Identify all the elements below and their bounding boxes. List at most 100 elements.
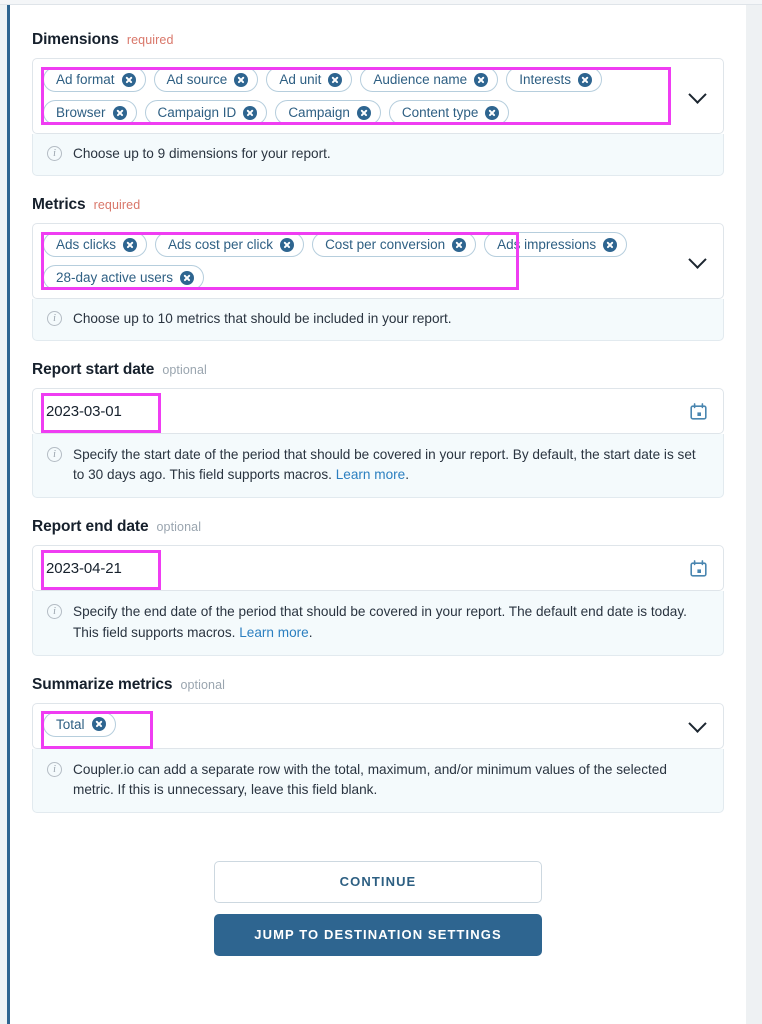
- chip[interactable]: Campaign ID: [145, 100, 268, 125]
- chip-remove-icon[interactable]: [123, 238, 137, 252]
- dimensions-label: Dimensions: [32, 31, 119, 49]
- chip[interactable]: Ad unit: [266, 67, 352, 92]
- chip-label: 28-day active users: [56, 270, 173, 285]
- end-date-helper-text: Specify the end date of the period that …: [73, 602, 709, 642]
- chip-remove-icon[interactable]: [452, 238, 466, 252]
- chip[interactable]: Content type: [389, 100, 510, 125]
- chip[interactable]: Ads clicks: [43, 232, 147, 257]
- start-date-helper-tail: .: [405, 467, 409, 482]
- chevron-down-icon: [688, 715, 706, 733]
- chip-label: Ad source: [167, 72, 228, 87]
- chip-remove-icon[interactable]: [243, 106, 257, 120]
- chip-remove-icon[interactable]: [485, 106, 499, 120]
- chip[interactable]: Ads impressions: [484, 232, 627, 257]
- form-actions: CONTINUE JUMP TO DESTINATION SETTINGS: [32, 861, 724, 956]
- summarize-select[interactable]: Total: [32, 703, 724, 749]
- start-date-helper-text: Specify the start date of the period tha…: [73, 445, 709, 485]
- metrics-dropdown-toggle[interactable]: [671, 224, 723, 298]
- end-date-field[interactable]: 2023-04-21: [32, 545, 724, 591]
- end-date-helper: i Specify the end date of the period tha…: [32, 591, 724, 655]
- start-date-field[interactable]: 2023-03-01: [32, 388, 724, 434]
- summarize-label: Summarize metrics: [32, 676, 172, 694]
- chip-remove-icon[interactable]: [578, 73, 592, 87]
- summarize-helper-text: Coupler.io can add a separate row with t…: [73, 760, 709, 800]
- chip-remove-icon[interactable]: [603, 238, 617, 252]
- start-date-label: Report start date: [32, 361, 154, 379]
- dimensions-helper-text: Choose up to 9 dimensions for your repor…: [73, 144, 331, 164]
- chip[interactable]: Ad format: [43, 67, 146, 92]
- info-icon: i: [47, 604, 62, 619]
- chip-remove-icon[interactable]: [280, 238, 294, 252]
- chip-remove-icon[interactable]: [92, 717, 106, 731]
- start-date-learn-more-link[interactable]: Learn more: [336, 467, 406, 482]
- metrics-control-row: Ads clicks Ads cost per click Cost per con…: [33, 224, 723, 298]
- metrics-label-row: Metrics required: [32, 196, 724, 214]
- dimensions-label-row: Dimensions required: [32, 31, 724, 49]
- end-date-requirement-tag: optional: [156, 520, 201, 534]
- metrics-label: Metrics: [32, 196, 86, 214]
- chip-label: Ads clicks: [56, 237, 116, 252]
- summarize-chip-area[interactable]: Total: [33, 704, 671, 745]
- chevron-down-icon: [688, 250, 706, 268]
- chip-label: Ads impressions: [497, 237, 596, 252]
- field-dimensions: Dimensions required Ad formatAd sourceAd…: [32, 5, 724, 176]
- chip[interactable]: Browser: [43, 100, 137, 125]
- chip-label: Content type: [402, 105, 479, 120]
- end-date-calendar-button[interactable]: [673, 560, 723, 577]
- app-root: Dimensions required Ad formatAd sourceAd…: [0, 0, 762, 1024]
- summarize-helper: i Coupler.io can add a separate row with…: [32, 749, 724, 813]
- metrics-select[interactable]: Ads clicks Ads cost per click Cost per con…: [32, 223, 724, 299]
- chip[interactable]: Ad source: [154, 67, 259, 92]
- chip-remove-icon[interactable]: [474, 73, 488, 87]
- dimensions-select[interactable]: Ad format Ad source Ad unit Audience name In…: [32, 58, 724, 134]
- chip[interactable]: Audience name: [360, 67, 498, 92]
- end-date-helper-tail: .: [309, 625, 313, 640]
- chip[interactable]: Campaign: [275, 100, 381, 125]
- continue-button[interactable]: CONTINUE: [214, 861, 542, 903]
- dimensions-chip-area[interactable]: Ad format Ad source Ad unit Audience name In…: [33, 59, 671, 133]
- summarize-label-row: Summarize metrics optional: [32, 676, 724, 694]
- chip-remove-icon[interactable]: [357, 106, 371, 120]
- start-date-calendar-button[interactable]: [673, 403, 723, 420]
- chip-label: Audience name: [373, 72, 467, 87]
- summarize-dropdown-toggle[interactable]: [671, 704, 723, 748]
- chip[interactable]: 28-day active users: [43, 265, 204, 290]
- metrics-helper: i Choose up to 10 metrics that should be…: [32, 299, 724, 341]
- chip-remove-icon[interactable]: [180, 271, 194, 285]
- dimensions-helper: i Choose up to 9 dimensions for your rep…: [32, 134, 724, 176]
- chip-label: Campaign ID: [158, 105, 237, 120]
- chip[interactable]: Ads cost per click: [155, 232, 304, 257]
- metrics-requirement-tag: required: [94, 198, 141, 212]
- metrics-helper-text: Choose up to 10 metrics that should be i…: [73, 309, 452, 329]
- end-date-helper-body: Specify the end date of the period that …: [73, 604, 687, 639]
- chip[interactable]: Interests: [506, 67, 602, 92]
- chip-remove-icon[interactable]: [234, 73, 248, 87]
- end-date-learn-more-link[interactable]: Learn more: [239, 625, 309, 640]
- info-icon: i: [47, 447, 62, 462]
- calendar-icon: [690, 403, 707, 420]
- chip-label: Campaign: [288, 105, 350, 120]
- chip-remove-icon[interactable]: [113, 106, 127, 120]
- metrics-chip-area[interactable]: Ads clicks Ads cost per click Cost per con…: [33, 224, 671, 298]
- chip-remove-icon[interactable]: [122, 73, 136, 87]
- chip-label: Interests: [519, 72, 571, 87]
- left-gutter: [0, 5, 7, 1024]
- right-gutter: [746, 5, 762, 1024]
- chevron-down-icon: [688, 85, 706, 103]
- info-icon: i: [47, 146, 62, 161]
- chip-label: Ad format: [56, 72, 115, 87]
- field-end-date: Report end date optional 2023-04-21: [32, 518, 724, 655]
- dimensions-control-row: Ad format Ad source Ad unit Audience name In…: [33, 59, 723, 133]
- chip[interactable]: Cost per conversion: [312, 232, 476, 257]
- chip-remove-icon[interactable]: [328, 73, 342, 87]
- jump-to-destination-settings-button[interactable]: JUMP TO DESTINATION SETTINGS: [214, 914, 542, 956]
- end-date-input[interactable]: 2023-04-21: [33, 560, 673, 577]
- info-icon: i: [47, 762, 62, 777]
- form-scroll-area[interactable]: Dimensions required Ad formatAd sourceAd…: [10, 5, 746, 1024]
- chip[interactable]: Total: [43, 712, 116, 737]
- chip-label: Browser: [56, 105, 106, 120]
- dimensions-dropdown-toggle[interactable]: [671, 59, 723, 133]
- start-date-row: 2023-03-01: [33, 389, 723, 433]
- field-start-date: Report start date optional 2023-03-01: [32, 361, 724, 498]
- start-date-input[interactable]: 2023-03-01: [33, 403, 673, 420]
